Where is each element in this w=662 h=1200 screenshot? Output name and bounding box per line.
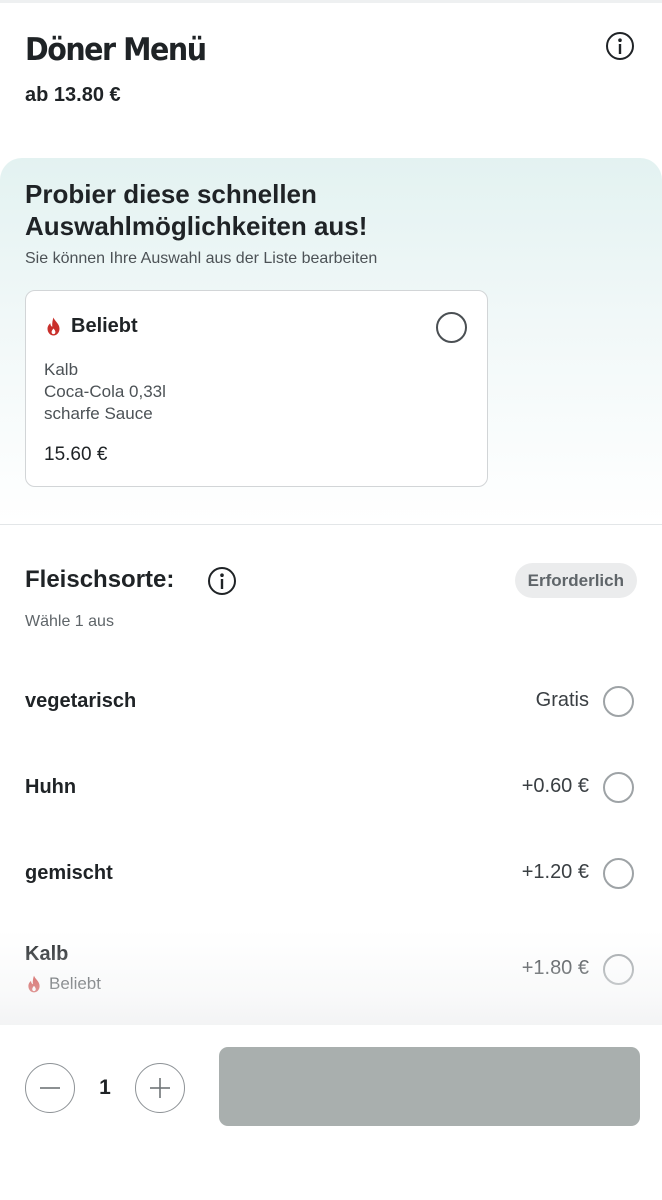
popular-tag-label: Beliebt bbox=[49, 974, 101, 993]
combo-item: Coca-Cola 0,33l bbox=[44, 382, 166, 401]
option-price: +0.60 € bbox=[521, 775, 589, 797]
option-label: Kalb bbox=[25, 943, 69, 965]
flame-icon bbox=[47, 317, 60, 336]
meat-group-header: Fleischsorte: Erforderlich bbox=[25, 563, 637, 603]
info-icon[interactable] bbox=[208, 567, 236, 595]
combo-card[interactable]: Beliebt Kalb Coca-Cola 0,33l scharfe Sau… bbox=[25, 290, 488, 487]
meat-group-hint: Wähle 1 aus bbox=[25, 613, 114, 630]
popular-badge-label: Beliebt bbox=[71, 315, 138, 337]
option-label: vegetarisch bbox=[25, 690, 137, 712]
flame-icon bbox=[28, 975, 40, 993]
required-badge: Erforderlich bbox=[514, 563, 637, 598]
add-to-cart-button[interactable] bbox=[219, 1047, 640, 1126]
popular-badge: Beliebt bbox=[46, 315, 138, 338]
item-title: Döner Menü bbox=[25, 32, 207, 68]
order-footer: 1 bbox=[0, 1026, 662, 1200]
option-price: Gratis bbox=[535, 689, 589, 711]
minus-icon[interactable] bbox=[25, 1063, 75, 1113]
option-radio[interactable] bbox=[603, 858, 634, 889]
option-label: gemischt bbox=[25, 862, 113, 884]
item-header: Döner Menü ab 13.80 € bbox=[25, 30, 637, 120]
combo-radio[interactable] bbox=[436, 312, 467, 343]
option-price: +1.80 € bbox=[521, 957, 589, 979]
meat-group-title: Fleischsorte: bbox=[25, 566, 175, 593]
option-huhn[interactable]: Huhn +0.60 € bbox=[25, 758, 637, 818]
quantity-value: 1 bbox=[99, 1076, 111, 1099]
popular-tag: Beliebt bbox=[27, 974, 101, 994]
combo-price: 15.60 € bbox=[44, 444, 108, 465]
option-price: +1.20 € bbox=[521, 861, 589, 883]
plus-icon[interactable] bbox=[135, 1063, 185, 1113]
base-price: ab 13.80 € bbox=[25, 84, 121, 106]
quick-picks-section: Probier diese schnellen Auswahlmöglichke… bbox=[0, 158, 662, 524]
combo-item: Kalb bbox=[44, 360, 79, 379]
combo-item: scharfe Sauce bbox=[44, 404, 153, 423]
option-radio[interactable] bbox=[603, 686, 634, 717]
option-gemischt[interactable]: gemischt +1.20 € bbox=[25, 844, 637, 904]
option-kalb[interactable]: Kalb Beliebt +1.80 € bbox=[25, 932, 637, 1002]
quick-picks-subtitle: Sie können Ihre Auswahl aus der Liste be… bbox=[25, 250, 378, 267]
quick-picks-title: Probier diese schnellen Auswahlmöglichke… bbox=[25, 179, 368, 241]
quantity-stepper: 1 bbox=[25, 1063, 185, 1113]
option-radio[interactable] bbox=[603, 772, 634, 803]
option-radio[interactable] bbox=[603, 954, 634, 985]
top-edge-line bbox=[0, 0, 662, 3]
section-divider bbox=[0, 524, 662, 525]
option-vegetarisch[interactable]: vegetarisch Gratis bbox=[25, 672, 637, 732]
option-label: Huhn bbox=[25, 776, 77, 798]
info-icon[interactable] bbox=[606, 32, 634, 60]
combo-items: Kalb Coca-Cola 0,33l scharfe Sauce bbox=[44, 359, 166, 425]
